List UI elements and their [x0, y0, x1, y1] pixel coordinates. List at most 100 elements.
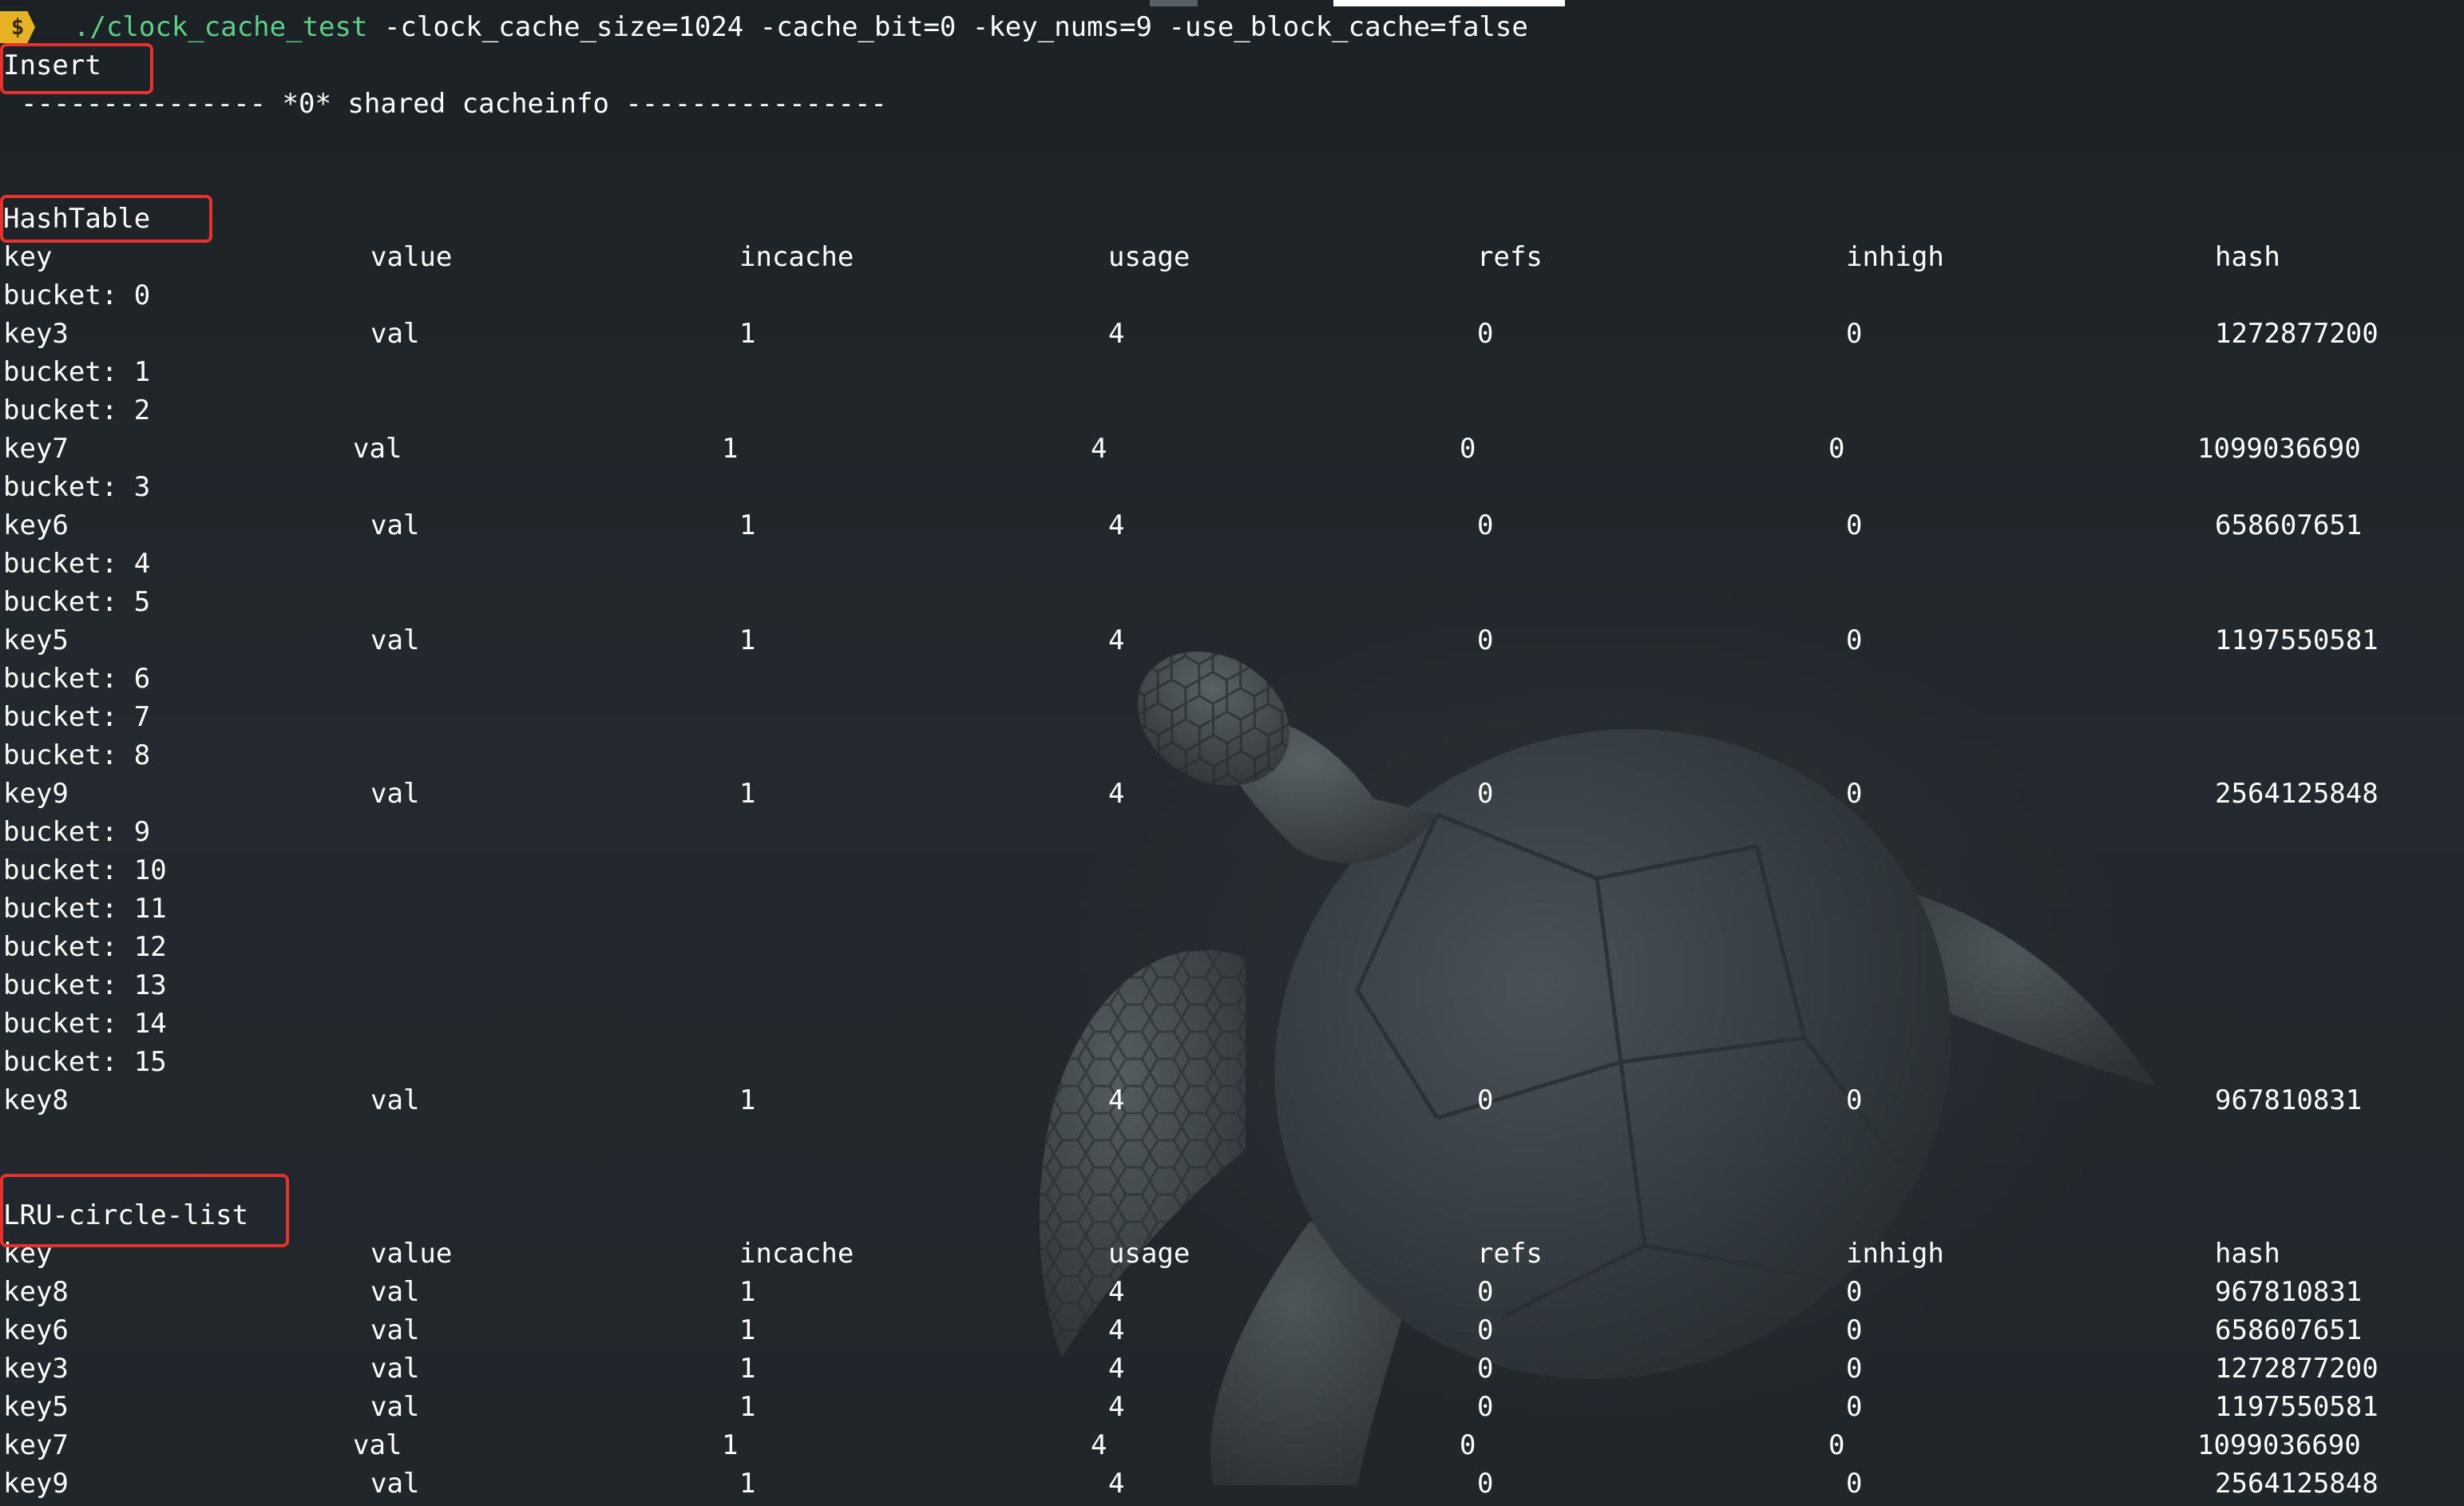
command-executable: ./clock_cache_test	[73, 11, 368, 43]
column-header: hash	[2215, 1238, 2280, 1270]
window-top-edge	[1333, 0, 1565, 6]
cell-hash: 967810831	[2215, 1084, 2363, 1116]
cell-refs: 0	[1460, 1429, 1476, 1461]
insert-highlight-box	[0, 43, 153, 94]
cell-inhigh: 0	[1846, 1468, 1863, 1500]
cell-key: key3	[3, 1353, 69, 1385]
cell-key: key9	[3, 778, 69, 810]
cell-usage: 4	[1108, 1314, 1125, 1346]
column-header: refs	[1477, 241, 1543, 273]
cell-hash: 1099036690	[2197, 1429, 2361, 1461]
cell-value: val	[370, 1276, 420, 1308]
bucket-label: bucket: 11	[3, 893, 167, 925]
table-row: key3 val 1 4 0 0 1272877200	[0, 315, 2464, 353]
cell-inhigh: 0	[1846, 624, 1863, 656]
column-header: key	[3, 241, 53, 273]
bucket-label: bucket: 15	[3, 1046, 167, 1078]
cell-hash: 658607651	[2215, 509, 2363, 541]
bucket-line: bucket: 12	[0, 928, 2464, 966]
cell-incache: 1	[739, 509, 756, 541]
bucket-label: bucket: 8	[3, 739, 151, 771]
bucket-line: bucket: 6	[0, 660, 2464, 698]
bucket-line: bucket: 8	[0, 736, 2464, 775]
cell-refs: 0	[1477, 624, 1494, 656]
bucket-line: bucket: 13	[0, 966, 2464, 1005]
cell-usage: 4	[1108, 1276, 1125, 1308]
cell-incache: 1	[739, 318, 756, 350]
column-header: inhigh	[1846, 1238, 1944, 1270]
window-top-edge	[1150, 0, 1198, 6]
lru-header: key value incache usage refs inhigh hash	[0, 1235, 2464, 1273]
cell-inhigh: 0	[1828, 1429, 1845, 1461]
cell-inhigh: 0	[1846, 1314, 1863, 1346]
bucket-line: bucket: 1	[0, 353, 2464, 391]
hashtable-highlight-box	[0, 195, 212, 243]
bucket-line: bucket: 0	[0, 276, 2464, 315]
column-header: value	[370, 241, 453, 273]
cell-inhigh: 0	[1846, 1353, 1863, 1385]
cell-value: val	[353, 1429, 402, 1461]
lru-label-line: LRU-circle-list	[0, 1196, 2464, 1235]
table-row: key8 val 1 4 0 0 967810831	[0, 1273, 2464, 1311]
cell-hash: 658607651	[2215, 1314, 2363, 1346]
bucket-label: bucket: 12	[3, 931, 167, 963]
cell-refs: 0	[1477, 1314, 1494, 1346]
bucket-label: bucket: 10	[3, 854, 167, 886]
cell-value: val	[370, 509, 420, 541]
terminal-window[interactable]: $ ./clock_cache_test -clock_cache_size=1…	[0, 0, 2464, 1506]
bucket-label: bucket: 3	[3, 471, 151, 503]
cell-refs: 0	[1477, 318, 1494, 350]
cell-hash: 967810831	[2215, 1276, 2363, 1308]
command-line: $ ./clock_cache_test -clock_cache_size=1…	[0, 8, 2464, 46]
bucket-line: bucket: 11	[0, 890, 2464, 928]
bucket-label: bucket: 0	[3, 279, 151, 311]
table-row: key9 val 1 4 0 0 2564125848	[0, 775, 2464, 813]
cell-refs: 0	[1477, 1468, 1494, 1500]
bucket-line: bucket: 4	[0, 545, 2464, 583]
cell-hash: 2564125848	[2215, 1468, 2379, 1500]
cell-refs: 0	[1460, 433, 1476, 465]
cell-key: key5	[3, 624, 69, 656]
column-header: incache	[739, 241, 854, 273]
cell-inhigh: 0	[1846, 778, 1863, 810]
cell-value: val	[370, 1314, 420, 1346]
cell-incache: 1	[739, 1391, 756, 1423]
cell-inhigh: 0	[1828, 433, 1845, 465]
cell-refs: 0	[1477, 509, 1494, 541]
cell-usage: 4	[1108, 318, 1125, 350]
cell-value: val	[370, 624, 420, 656]
cell-hash: 1099036690	[2197, 433, 2361, 465]
shard-banner-line: --------------- *0* shared cacheinfo ---…	[0, 85, 2464, 123]
bucket-label: bucket: 1	[3, 356, 151, 388]
bucket-label: bucket: 7	[3, 701, 151, 733]
cell-usage: 4	[1108, 624, 1125, 656]
cell-hash: 1272877200	[2215, 1353, 2379, 1385]
cell-incache: 1	[739, 1314, 756, 1346]
cell-refs: 0	[1477, 1353, 1494, 1385]
bucket-label: bucket: 13	[3, 969, 167, 1001]
cell-refs: 0	[1477, 1391, 1494, 1423]
table-row: key8 val 1 4 0 0 967810831	[0, 1081, 2464, 1120]
cell-usage: 4	[1108, 778, 1125, 810]
cell-inhigh: 0	[1846, 509, 1863, 541]
cell-usage: 4	[1108, 1391, 1125, 1423]
cell-usage: 4	[1108, 1468, 1125, 1500]
cell-refs: 0	[1477, 778, 1494, 810]
column-header: refs	[1477, 1238, 1543, 1270]
bucket-label: bucket: 9	[3, 816, 151, 848]
bucket-line: bucket: 5	[0, 583, 2464, 621]
cell-key: key7	[3, 433, 69, 465]
bucket-label: bucket: 2	[3, 394, 151, 426]
cell-incache: 1	[722, 1429, 739, 1461]
cell-usage: 4	[1108, 509, 1125, 541]
bucket-line: bucket: 14	[0, 1005, 2464, 1043]
cell-value: val	[370, 1084, 420, 1116]
cell-hash: 1272877200	[2215, 318, 2379, 350]
cell-incache: 1	[722, 433, 739, 465]
cell-value: val	[370, 1468, 420, 1500]
cell-key: key6	[3, 509, 69, 541]
cell-inhigh: 0	[1846, 1391, 1863, 1423]
cell-usage: 4	[1108, 1084, 1125, 1116]
hashtable-label-line: HashTable	[0, 200, 2464, 238]
cell-value: val	[370, 1353, 420, 1385]
